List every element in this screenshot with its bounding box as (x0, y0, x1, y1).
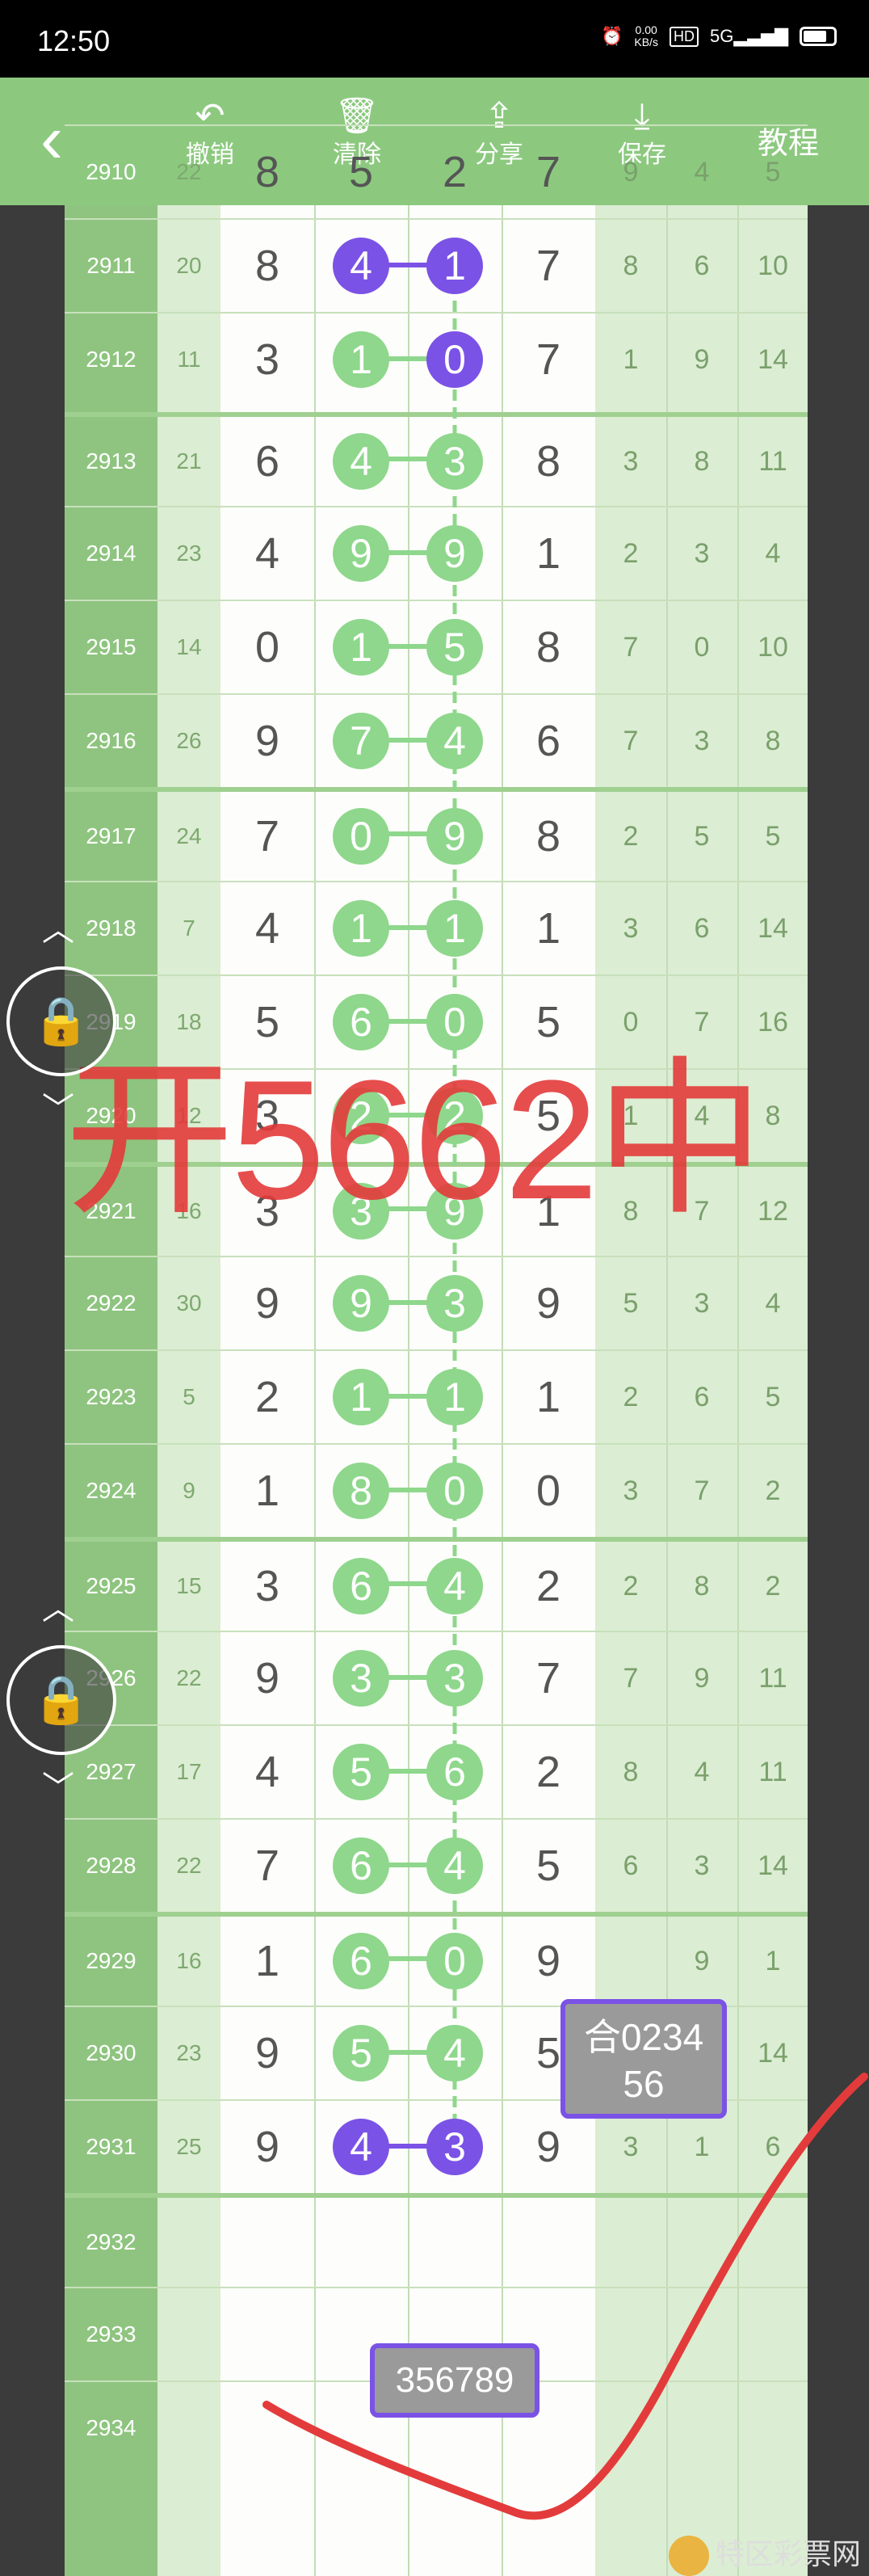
digit-cell[interactable]: 8 (220, 126, 314, 218)
highlight-ball[interactable]: 5 (426, 619, 483, 676)
highlight-ball[interactable]: 8 (333, 1463, 389, 1519)
issue-number: 2910 (86, 159, 136, 184)
battery-icon (800, 27, 837, 46)
status-bar: 12:50 ⏰ 0.00 KB/s HD 5G▂▃▅▇ (0, 0, 869, 78)
highlight-ball[interactable]: 4 (426, 713, 483, 769)
digit-cell[interactable]: 5 (314, 126, 408, 218)
highlight-ball[interactable]: 4 (426, 2025, 483, 2081)
table-row: 2910 22 8 5 2 7 9 4 5 (65, 124, 808, 218)
stat-cell: 9 (623, 156, 639, 187)
highlight-ball[interactable]: 0 (426, 331, 483, 388)
highlight-ball[interactable]: 9 (426, 808, 483, 865)
highlight-ball[interactable]: 3 (333, 1183, 389, 1240)
highlight-ball[interactable]: 4 (333, 433, 389, 490)
highlight-ball[interactable]: 9 (333, 525, 389, 582)
highlight-ball[interactable]: 9 (333, 1275, 389, 1332)
highlight-ball[interactable]: 6 (333, 1558, 389, 1614)
highlight-ball[interactable]: 3 (426, 1650, 483, 1707)
highlight-ball[interactable]: 0 (426, 994, 483, 1050)
back-button[interactable]: ‹ (40, 105, 63, 173)
highlight-ball[interactable]: 1 (333, 900, 389, 957)
highlight-ball[interactable]: 1 (426, 1369, 483, 1425)
highlight-ball[interactable]: 4 (426, 1558, 483, 1614)
status-icons: ⏰ 0.00 KB/s HD 5G▂▃▅▇ (601, 24, 837, 48)
highlight-ball[interactable]: 3 (333, 1650, 389, 1707)
hd-badge: HD (669, 26, 699, 47)
highlight-ball[interactable]: 4 (333, 238, 389, 294)
highlight-ball[interactable]: 1 (426, 900, 483, 957)
highlight-ball[interactable]: 6 (333, 1837, 389, 1894)
digit-sum: 22 (176, 159, 202, 184)
alarm-icon: ⏰ (600, 26, 623, 46)
highlight-ball[interactable]: 3 (426, 433, 483, 490)
stat-cell: 4 (694, 156, 710, 187)
highlight-ball[interactable]: 6 (333, 994, 389, 1050)
highlight-ball[interactable]: 6 (426, 1744, 483, 1800)
stat-cell: 5 (765, 156, 781, 187)
highlight-ball[interactable]: 0 (333, 808, 389, 865)
highlight-ball[interactable]: 4 (426, 1837, 483, 1894)
highlight-ball[interactable]: 2 (426, 1088, 483, 1144)
highlight-ball[interactable]: 3 (426, 2119, 483, 2175)
digit-cell[interactable]: 7 (502, 126, 595, 218)
highlight-ball[interactable]: 0 (426, 1933, 483, 1989)
highlight-ball[interactable]: 3 (426, 1275, 483, 1332)
highlight-ball[interactable]: 5 (333, 1744, 389, 1800)
digit-cell[interactable]: 2 (408, 126, 502, 218)
signal-icon: 5G▂▃▅▇ (709, 26, 788, 46)
highlight-ball[interactable]: 9 (426, 525, 483, 582)
net-speed: 0.00 KB/s (634, 23, 658, 48)
highlight-ball[interactable]: 7 (333, 713, 389, 769)
highlight-ball[interactable]: 9 (426, 1183, 483, 1240)
highlight-ball[interactable]: 1 (333, 619, 389, 676)
highlight-ball[interactable]: 1 (333, 1369, 389, 1425)
lottery-chart-grid[interactable]: 2910 22 8 5 2 7 9 4 5 2911 20 8 4 1 7 8 6 10 2912 11 3 1 0 7 1 9 1… (65, 124, 808, 2576)
highlight-ball[interactable]: 4 (333, 2119, 389, 2175)
highlight-ball[interactable]: 5 (333, 2025, 389, 2081)
highlight-ball[interactable]: 6 (333, 1933, 389, 1989)
highlight-ball[interactable]: 1 (426, 238, 483, 294)
highlight-ball[interactable]: 0 (426, 1463, 483, 1519)
clock: 12:50 (37, 24, 111, 57)
highlight-ball[interactable]: 1 (333, 331, 389, 388)
highlight-ball[interactable]: 2 (333, 1088, 389, 1144)
